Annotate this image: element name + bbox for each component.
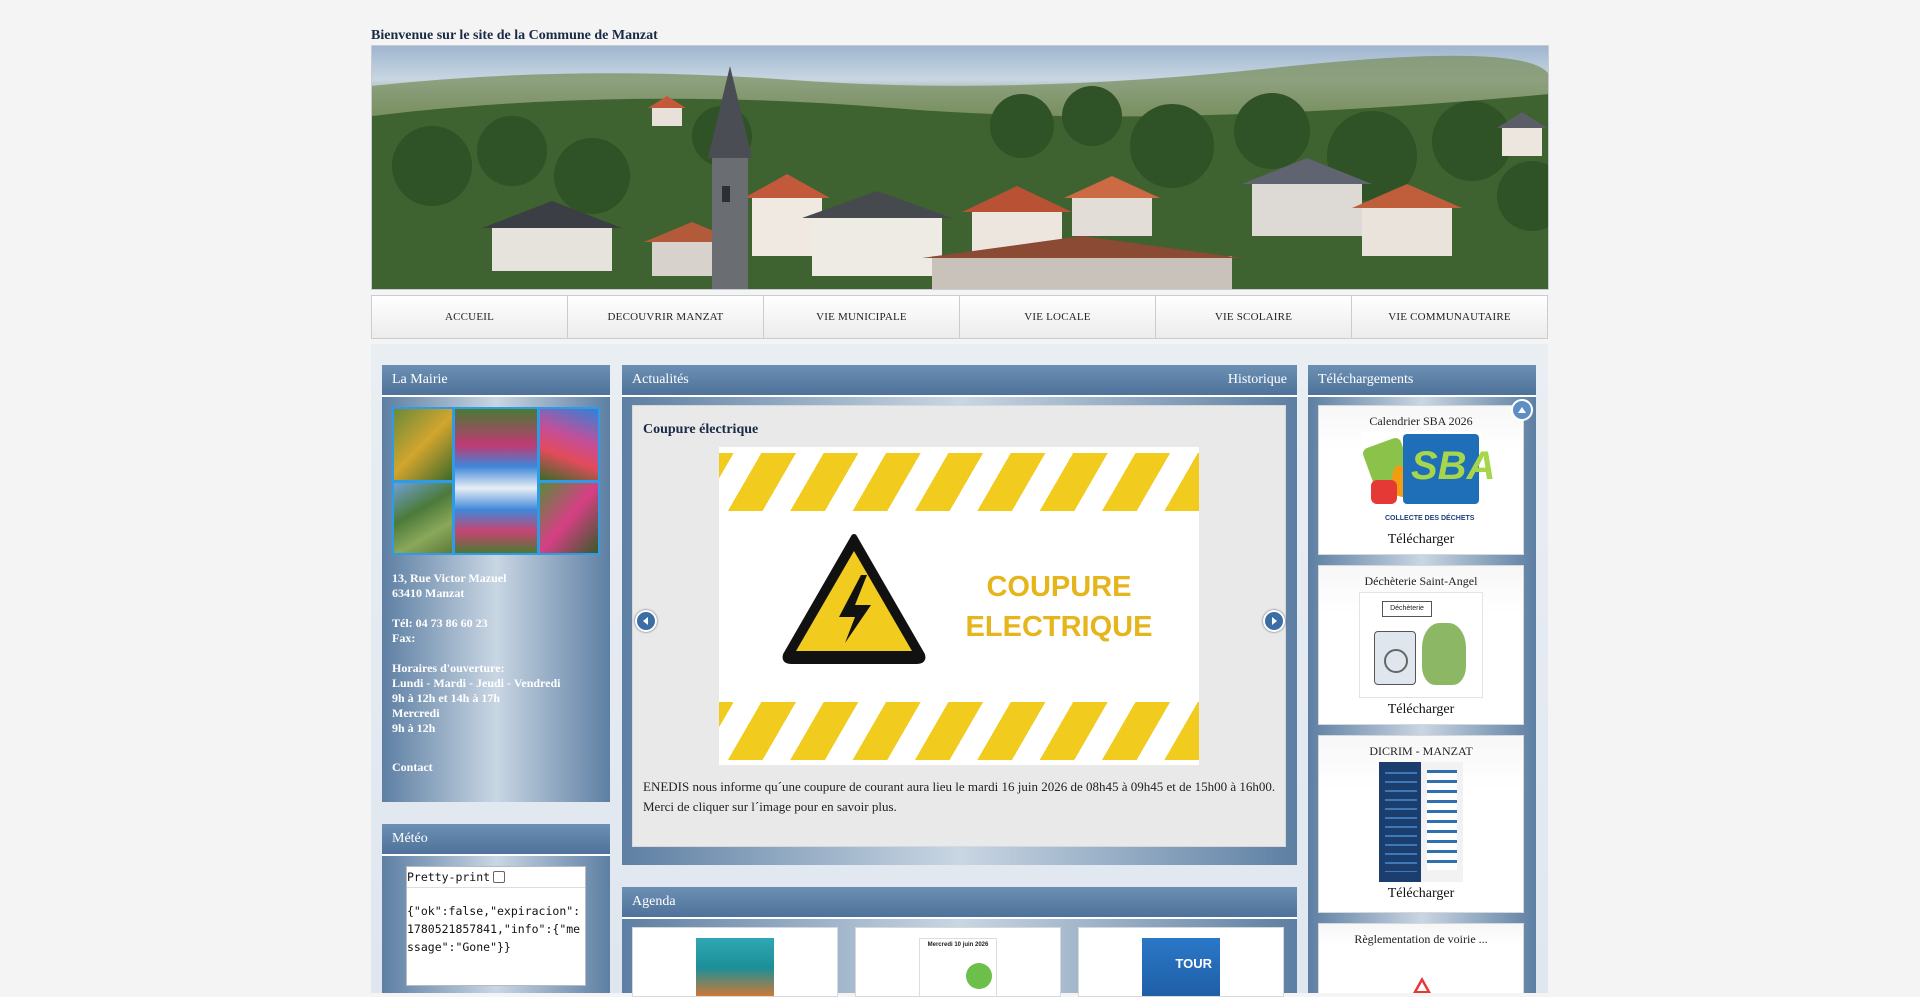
mairie-photo-mosaic[interactable] xyxy=(392,407,600,555)
download-item-calendrier-sba: Calendrier SBA 2026 SBA COLLECTE DES DÉC… xyxy=(1318,405,1524,555)
mairie-panel: La Mairie 13, Rue Victor Mazuel 63410 Ma… xyxy=(382,365,610,802)
next-arrow-button[interactable] xyxy=(1263,610,1285,632)
contact-link[interactable]: Contact xyxy=(392,760,433,775)
flower-photo xyxy=(394,482,452,553)
agenda-item-thumbnail: Mercredi 10 juin 2026 xyxy=(919,938,997,996)
site-title: Bienvenue sur le site de la Commune de M… xyxy=(371,28,658,43)
fax-number: Fax: xyxy=(392,631,416,645)
flower-photo xyxy=(540,409,598,480)
hours-title: Horaires d'ouverture: xyxy=(392,661,505,675)
nav-vie-scolaire[interactable]: VIE SCOLAIRE xyxy=(1156,296,1352,338)
coupure-image-text: COUPURE ELECTRIQUE xyxy=(944,567,1174,647)
previous-arrow-button[interactable] xyxy=(635,610,657,632)
main-navigation: ACCUEIL DECOUVRIR MANZAT VIE MUNICIPALE … xyxy=(371,295,1548,339)
scroll-up-button[interactable] xyxy=(1511,399,1533,421)
meteo-panel-header: Météo xyxy=(382,824,610,856)
warning-sign-icon xyxy=(1413,977,1431,993)
agenda-item-thumbnail xyxy=(696,938,774,996)
decheterie-sign-text: Déchèterie xyxy=(1382,601,1432,617)
sba-logo-subtitle: COLLECTE DES DÉCHETS xyxy=(1385,515,1475,522)
sba-logo-text: SBA xyxy=(1411,444,1496,488)
actualites-panel-header: Actualités Historique xyxy=(622,365,1297,397)
download-item-title: Calendrier SBA 2026 xyxy=(1369,414,1473,428)
historique-link[interactable]: Historique xyxy=(1228,365,1287,395)
mairie-info: 13, Rue Victor Mazuel 63410 Manzat Tél: … xyxy=(382,397,610,785)
flower-photo xyxy=(394,409,452,480)
dicrim-document-image[interactable] xyxy=(1379,762,1463,882)
nav-accueil[interactable]: ACCUEIL xyxy=(372,296,568,338)
hours-times: 9h à 12h et 14h à 17h xyxy=(392,691,501,705)
agenda-panel-header: Agenda xyxy=(622,887,1297,919)
hours-days: Lundi - Mardi - Jeudi - Vendredi xyxy=(392,676,561,690)
agenda-header-title: Agenda xyxy=(632,894,676,909)
nav-vie-communautaire[interactable]: VIE COMMUNAUTAIRE xyxy=(1352,296,1547,338)
download-link[interactable]: Télécharger xyxy=(1319,528,1523,548)
download-link[interactable]: Télécharger xyxy=(1319,882,1523,902)
download-item-decheterie: Déchèterie Saint-Angel Déchèterie Téléch… xyxy=(1318,565,1524,725)
arrow-up-icon xyxy=(1518,407,1526,413)
phone-number: Tél: 04 73 86 60 23 xyxy=(392,616,488,630)
download-item-reglementation-voirie: Règlementation de voirie ... xyxy=(1318,923,1524,993)
actualites-panel: Actualités Historique Coupure électrique… xyxy=(622,365,1297,865)
news-article-body: ENEDIS nous informe qu´une coupure de co… xyxy=(643,779,1276,814)
nav-decouvrir-manzat[interactable]: DECOUVRIR MANZAT xyxy=(568,296,764,338)
arrow-right-icon xyxy=(1272,617,1277,625)
telechargements-panel: Téléchargements Calendrier SBA 2026 SBA … xyxy=(1308,365,1536,993)
flower-photo xyxy=(540,482,598,553)
pretty-print-label: Pretty-print xyxy=(407,870,491,884)
download-item-title: DICRIM - MANZAT xyxy=(1369,744,1473,758)
sba-logo-image[interactable]: SBA COLLECTE DES DÉCHETS xyxy=(1361,432,1495,528)
high-voltage-warning-icon xyxy=(782,534,926,664)
agenda-panel: Agenda Mercredi 10 juin 2026 TOUR xyxy=(622,887,1297,997)
telechargements-panel-header: Téléchargements xyxy=(1308,365,1536,397)
coupure-electrique-image[interactable]: COUPURE ELECTRIQUE xyxy=(719,447,1199,765)
reglementation-image[interactable] xyxy=(1360,950,1482,993)
agenda-item[interactable]: TOUR xyxy=(1078,927,1284,997)
agenda-thumb-date: Mercredi 10 juin 2026 xyxy=(927,942,989,948)
nav-vie-locale[interactable]: VIE LOCALE xyxy=(960,296,1156,338)
agenda-item-thumbnail: TOUR xyxy=(1142,938,1220,996)
download-link[interactable]: Télécharger xyxy=(1319,698,1523,718)
agenda-item[interactable] xyxy=(632,927,838,997)
nav-vie-municipale[interactable]: VIE MUNICIPALE xyxy=(764,296,960,338)
coupure-image-text-line2: ELECTRIQUE xyxy=(965,611,1153,643)
wednesday-hours: 9h à 12h xyxy=(392,721,436,735)
address-line2: 63410 Manzat xyxy=(392,586,465,600)
warning-stripes-top xyxy=(719,453,1199,511)
pretty-print-row: Pretty-print xyxy=(407,867,585,888)
meteo-header-title: Météo xyxy=(392,831,428,846)
pretty-print-checkbox[interactable] xyxy=(493,871,506,883)
meteo-json-response: {"ok":false,"expiracion":1780521857841,"… xyxy=(407,904,581,954)
agenda-thumb-text: TOUR xyxy=(1175,956,1212,971)
actualites-header-title: Actualités xyxy=(632,372,689,387)
coupure-image-text-line1: COUPURE xyxy=(986,571,1132,603)
arrow-left-icon xyxy=(643,617,648,625)
mairie-building-photo xyxy=(455,409,537,553)
address-line1: 13, Rue Victor Mazuel xyxy=(392,571,507,585)
meteo-widget-frame: Pretty-print {"ok":false,"expiracion":17… xyxy=(406,866,586,986)
mairie-panel-header: La Mairie xyxy=(382,365,610,397)
meteo-panel: Météo Pretty-print {"ok":false,"expiraci… xyxy=(382,824,610,993)
warning-stripes-bottom xyxy=(719,702,1199,760)
mairie-header-title: La Mairie xyxy=(392,372,448,387)
agenda-thumb-badge xyxy=(966,963,992,989)
download-item-title: Déchèterie Saint-Angel xyxy=(1364,574,1478,588)
agenda-item[interactable]: Mercredi 10 juin 2026 xyxy=(855,927,1061,997)
village-banner-image xyxy=(371,45,1549,290)
download-item-dicrim: DICRIM - MANZAT Télécharger xyxy=(1318,735,1524,913)
wednesday-label: Mercredi xyxy=(392,706,440,720)
news-article-title[interactable]: Coupure électrique xyxy=(643,422,758,438)
telechargements-header-title: Téléchargements xyxy=(1318,372,1414,387)
news-article-card: Coupure électrique COUPURE ELECTRIQUE EN… xyxy=(632,405,1286,847)
download-item-title: Règlementation de voirie ... xyxy=(1354,932,1488,946)
decheterie-image[interactable]: Déchèterie xyxy=(1359,592,1483,698)
